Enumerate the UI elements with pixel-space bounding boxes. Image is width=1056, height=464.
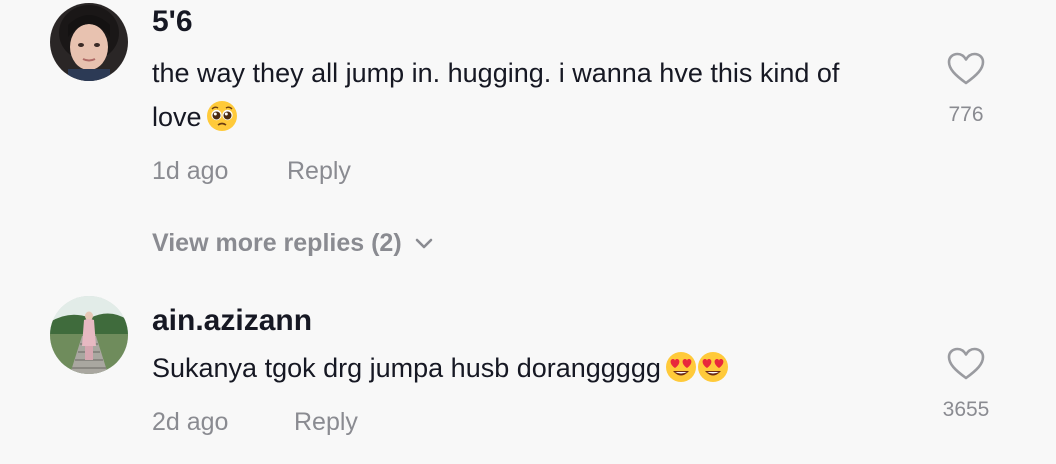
chevron-down-icon: [415, 239, 432, 249]
comment-username[interactable]: 5'6: [152, 5, 193, 39]
heart-eyes-face-icon: [697, 351, 729, 396]
heart-icon: [947, 52, 985, 85]
avatar[interactable]: [50, 296, 128, 374]
pleading-face-icon: [206, 100, 238, 145]
comment-timestamp: 2d ago: [152, 408, 229, 436]
like-count: 3655: [942, 398, 990, 421]
comment-item: ain.azizann Sukanya tgok drg jumpa husb …: [0, 290, 1056, 464]
comment-username[interactable]: ain.azizann: [152, 304, 312, 338]
view-more-replies-button[interactable]: View more replies (2): [152, 229, 434, 258]
reply-button[interactable]: Reply: [287, 157, 351, 186]
comment-item: 5'6 the way they all jump in. hugging. i…: [0, 0, 1056, 280]
comment-body: Sukanya tgok drg jumpa husb doranggggg: [152, 353, 661, 383]
like-button[interactable]: [944, 52, 988, 86]
like-button[interactable]: [944, 347, 988, 381]
comment-text: Sukanya tgok drg jumpa husb doranggggg: [152, 346, 912, 396]
avatar[interactable]: [50, 3, 128, 81]
view-more-replies-label: View more replies (2): [152, 229, 402, 257]
comment-body: the way they all jump in. hugging. i wan…: [152, 58, 840, 132]
reply-button[interactable]: Reply: [294, 408, 358, 437]
comment-text: the way they all jump in. hugging. i wan…: [152, 51, 872, 145]
comment-timestamp: 1d ago: [152, 157, 229, 185]
like-count: 776: [948, 103, 984, 126]
heart-icon: [947, 347, 985, 380]
heart-eyes-face-icon: [665, 351, 697, 396]
